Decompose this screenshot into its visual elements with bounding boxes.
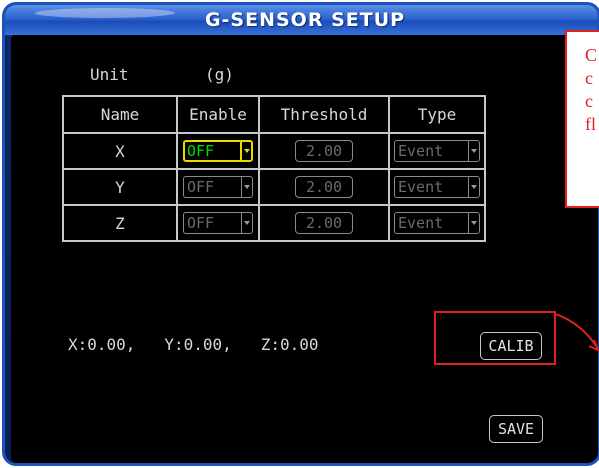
chevron-down-icon[interactable] [468,177,479,197]
window-title: G-SENSOR SETUP [204,9,406,31]
note-line: c [585,68,593,88]
enable-select-x[interactable]: OFF [183,140,253,162]
screen: G-SENSOR SETUP Unit (g) Name Enable Thre… [0,0,599,468]
threshold-input-x[interactable]: 2.00 [295,140,353,162]
enable-cell: OFF [176,132,260,170]
type-select-z[interactable]: Event [394,212,480,234]
table-header-row: Name Enable Threshold Type [62,95,486,134]
chevron-down-icon[interactable] [468,141,479,161]
enable-select-value: OFF [187,214,215,232]
note-line: fl [585,114,596,134]
threshold-input-z[interactable]: 2.00 [295,212,353,234]
sensor-table: Name Enable Threshold Type X OFF 2.00 Ev… [62,95,486,242]
axis-name-cell: Z [62,204,178,242]
save-button[interactable]: SAVE [489,415,543,443]
calib-highlight-box [434,311,556,365]
enable-select-value: OFF [187,178,215,196]
type-cell: Event [388,168,486,206]
annotation-callout-line [556,313,599,352]
enable-select-z[interactable]: OFF [183,212,253,234]
enable-cell: OFF [176,204,260,242]
threshold-cell: 2.00 [258,168,390,206]
table-row: Y OFF 2.00 Event [62,168,486,206]
annotation-note-text: C c c fl [585,44,599,136]
type-cell: Event [388,132,486,170]
readout-x: X:0.00, [68,335,136,354]
enable-cell: OFF [176,168,260,206]
note-line: c [585,91,593,111]
column-header-threshold: Threshold [258,95,390,134]
chevron-down-icon[interactable] [468,213,479,233]
type-select-value: Event [398,214,444,232]
chevron-down-icon[interactable] [240,142,251,160]
column-header-name: Name [62,95,178,134]
readout-z: Z:0.00 [260,335,319,354]
axis-name-cell: Y [62,168,178,206]
unit-label: Unit [90,65,129,84]
unit-value: (g) [205,65,234,84]
chevron-down-icon[interactable] [241,177,252,197]
column-header-type: Type [388,95,486,134]
chevron-down-icon[interactable] [241,213,252,233]
type-select-y[interactable]: Event [394,176,480,198]
threshold-input-y[interactable]: 2.00 [295,176,353,198]
threshold-cell: 2.00 [258,132,390,170]
axis-name-cell: X [62,132,178,170]
readout-y: Y:0.00, [164,335,232,354]
note-line: C [585,45,598,65]
type-select-value: Event [398,142,444,160]
enable-select-value: OFF [187,142,215,160]
type-select-x[interactable]: Event [394,140,480,162]
window-frame: G-SENSOR SETUP Unit (g) Name Enable Thre… [2,2,599,466]
type-select-value: Event [398,178,444,196]
table-row: Z OFF 2.00 Event [62,204,486,242]
sensor-readout: X:0.00, Y:0.00, Z:0.00 [68,335,318,354]
table-row: X OFF 2.00 Event [62,132,486,170]
column-header-enable: Enable [176,95,260,134]
threshold-cell: 2.00 [258,204,390,242]
enable-select-y[interactable]: OFF [183,176,253,198]
type-cell: Event [388,204,486,242]
annotation-note-box: C c c fl [565,30,599,208]
title-bar: G-SENSOR SETUP [5,5,598,36]
